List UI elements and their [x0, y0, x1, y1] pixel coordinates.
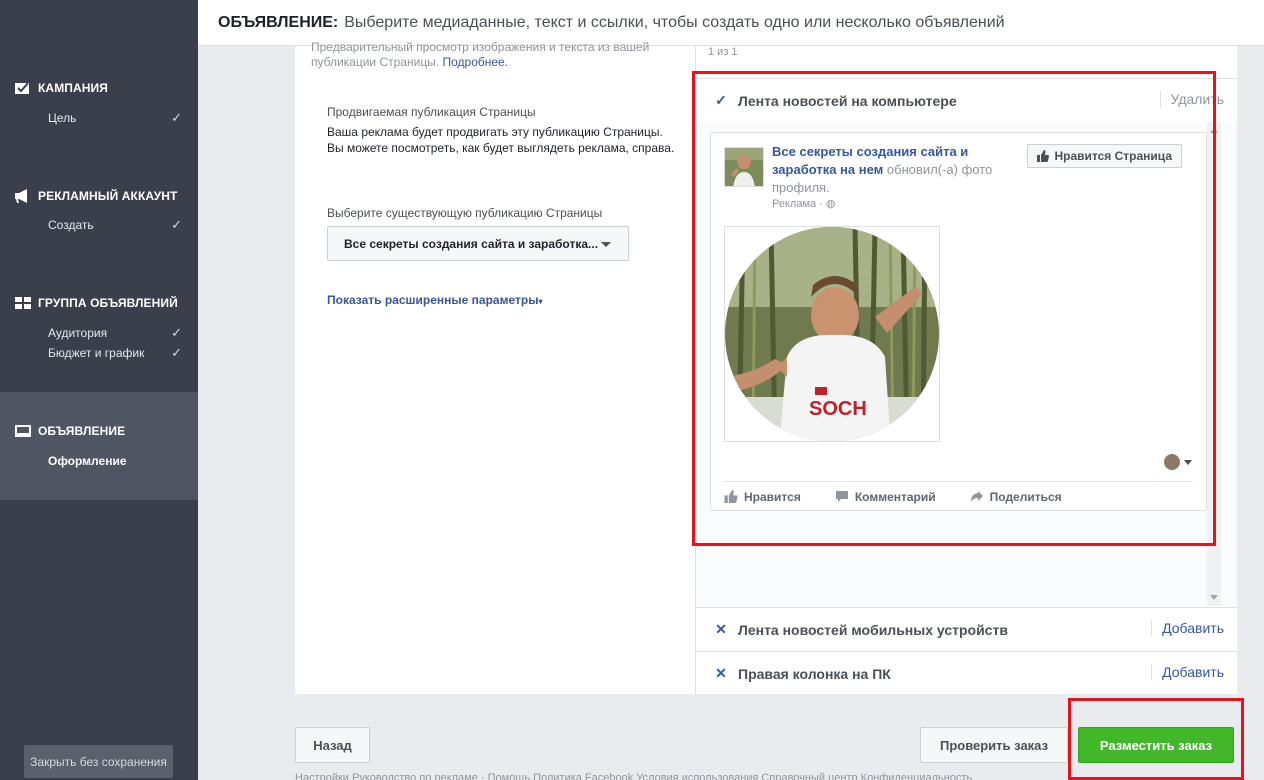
- x-icon: ✕: [715, 665, 727, 681]
- tab-mobile-news-feed[interactable]: ✕ Лента новостей мобильных устройств Доб…: [696, 607, 1237, 651]
- close-without-saving-button[interactable]: Закрыть без сохранения: [24, 745, 173, 778]
- check-icon: ✓: [171, 325, 182, 340]
- existing-post-select[interactable]: Все секреты создания сайта и заработка..…: [327, 226, 629, 261]
- existing-post-label: Выберите существующую публикацию Страниц…: [327, 206, 603, 220]
- sidebar-item-create[interactable]: Создать ✓: [0, 215, 198, 235]
- check-icon: ✓: [171, 217, 182, 232]
- promoted-post-description: Ваша реклама будет продвигать эту публик…: [327, 125, 675, 155]
- scroll-down-icon[interactable]: [1210, 595, 1218, 600]
- sidebar-item-label: Бюджет и график: [48, 346, 145, 360]
- sidebar-section-campaign: КАМПАНИЯ Цель ✓: [0, 78, 198, 128]
- check-icon: ✓: [171, 110, 182, 125]
- sidebar: КАМПАНИЯ Цель ✓ РЕКЛАМНЫЙ АККАУНТ Создат…: [0, 0, 198, 780]
- megaphone-icon: [15, 189, 27, 203]
- select-value: Все секреты создания сайта и заработка..…: [344, 236, 599, 251]
- sidebar-section-ad-set: ГРУППА ОБЪЯВЛЕНИЙ Аудитория ✓ Бюджет и г…: [0, 293, 198, 363]
- add-placement-link[interactable]: Добавить: [1151, 664, 1224, 680]
- sidebar-item-creative[interactable]: Оформление: [0, 451, 198, 471]
- x-icon: ✕: [715, 621, 727, 637]
- sidebar-heading-campaign[interactable]: КАМПАНИЯ: [0, 78, 198, 98]
- sidebar-item-label: Цель: [48, 111, 77, 125]
- footer-links: Настройки Руководство по рекламе · Помощ…: [295, 772, 973, 780]
- promoted-post-title: Продвигаемая публикация Страницы: [327, 105, 536, 119]
- show-advanced-options-link[interactable]: Показать расширенные параметры▾: [327, 293, 542, 307]
- sidebar-item-label: Аудитория: [48, 326, 108, 340]
- highlight-box-preview: [692, 71, 1216, 546]
- monitor-icon: [15, 425, 31, 437]
- sidebar-heading-ad[interactable]: ОБЪЯВЛЕНИЕ: [0, 421, 198, 441]
- sidebar-item-budget[interactable]: Бюджет и график ✓: [0, 343, 198, 363]
- sidebar-heading-label: КАМПАНИЯ: [38, 81, 108, 95]
- sidebar-item-label: Оформление: [48, 454, 127, 468]
- page-subtitle: Выберите медиаданные, текст и ссылки, чт…: [344, 13, 1005, 31]
- checkbox-icon: [15, 82, 29, 94]
- sidebar-heading-label: ОБЪЯВЛЕНИЕ: [38, 424, 126, 438]
- page-title: ОБЪЯВЛЕНИЕ:: [218, 13, 339, 31]
- place-order-button[interactable]: Разместить заказ: [1078, 727, 1234, 763]
- preview-hint-text: Предварительный просмотр изображения и т…: [311, 40, 671, 70]
- tab-label: Лента новостей мобильных устройств: [738, 621, 1008, 638]
- sidebar-heading-label: ГРУППА ОБЪЯВЛЕНИЙ: [38, 296, 178, 310]
- review-order-button[interactable]: Проверить заказ: [920, 727, 1068, 763]
- back-button[interactable]: Назад: [295, 727, 370, 763]
- check-icon: ✓: [171, 345, 182, 360]
- sidebar-heading-ad-account[interactable]: РЕКЛАМНЫЙ АККАУНТ: [0, 186, 198, 206]
- ad-form-panel: Предварительный просмотр изображения и т…: [295, 40, 696, 694]
- caret-down-icon: ▾: [538, 297, 543, 306]
- add-placement-link[interactable]: Добавить: [1151, 620, 1224, 636]
- sidebar-heading-label: РЕКЛАМНЫЙ АККАУНТ: [38, 189, 178, 203]
- chevron-down-icon: [601, 242, 611, 247]
- sidebar-heading-ad-set[interactable]: ГРУППА ОБЪЯВЛЕНИЙ: [0, 293, 198, 313]
- tab-desktop-right-column[interactable]: ✕ Правая колонка на ПК Добавить: [696, 651, 1237, 695]
- hint-line: публикации Страницы.: [311, 55, 440, 69]
- advanced-link-label: Показать расширенные параметры: [327, 293, 539, 307]
- preview-pager: 1 из 1: [708, 46, 738, 58]
- sidebar-section-ad: ОБЪЯВЛЕНИЕ Оформление: [0, 392, 198, 500]
- sidebar-item-label: Создать: [48, 218, 94, 232]
- sidebar-item-audience[interactable]: Аудитория ✓: [0, 323, 198, 343]
- grid-icon: [15, 297, 31, 309]
- sidebar-section-ad-account: РЕКЛАМНЫЙ АККАУНТ Создать ✓: [0, 186, 198, 235]
- tab-label: Правая колонка на ПК: [738, 665, 891, 682]
- sidebar-item-objective[interactable]: Цель ✓: [0, 108, 198, 128]
- learn-more-link[interactable]: Подробнее.: [443, 55, 509, 69]
- hint-line: Предварительный просмотр изображения и т…: [311, 40, 650, 54]
